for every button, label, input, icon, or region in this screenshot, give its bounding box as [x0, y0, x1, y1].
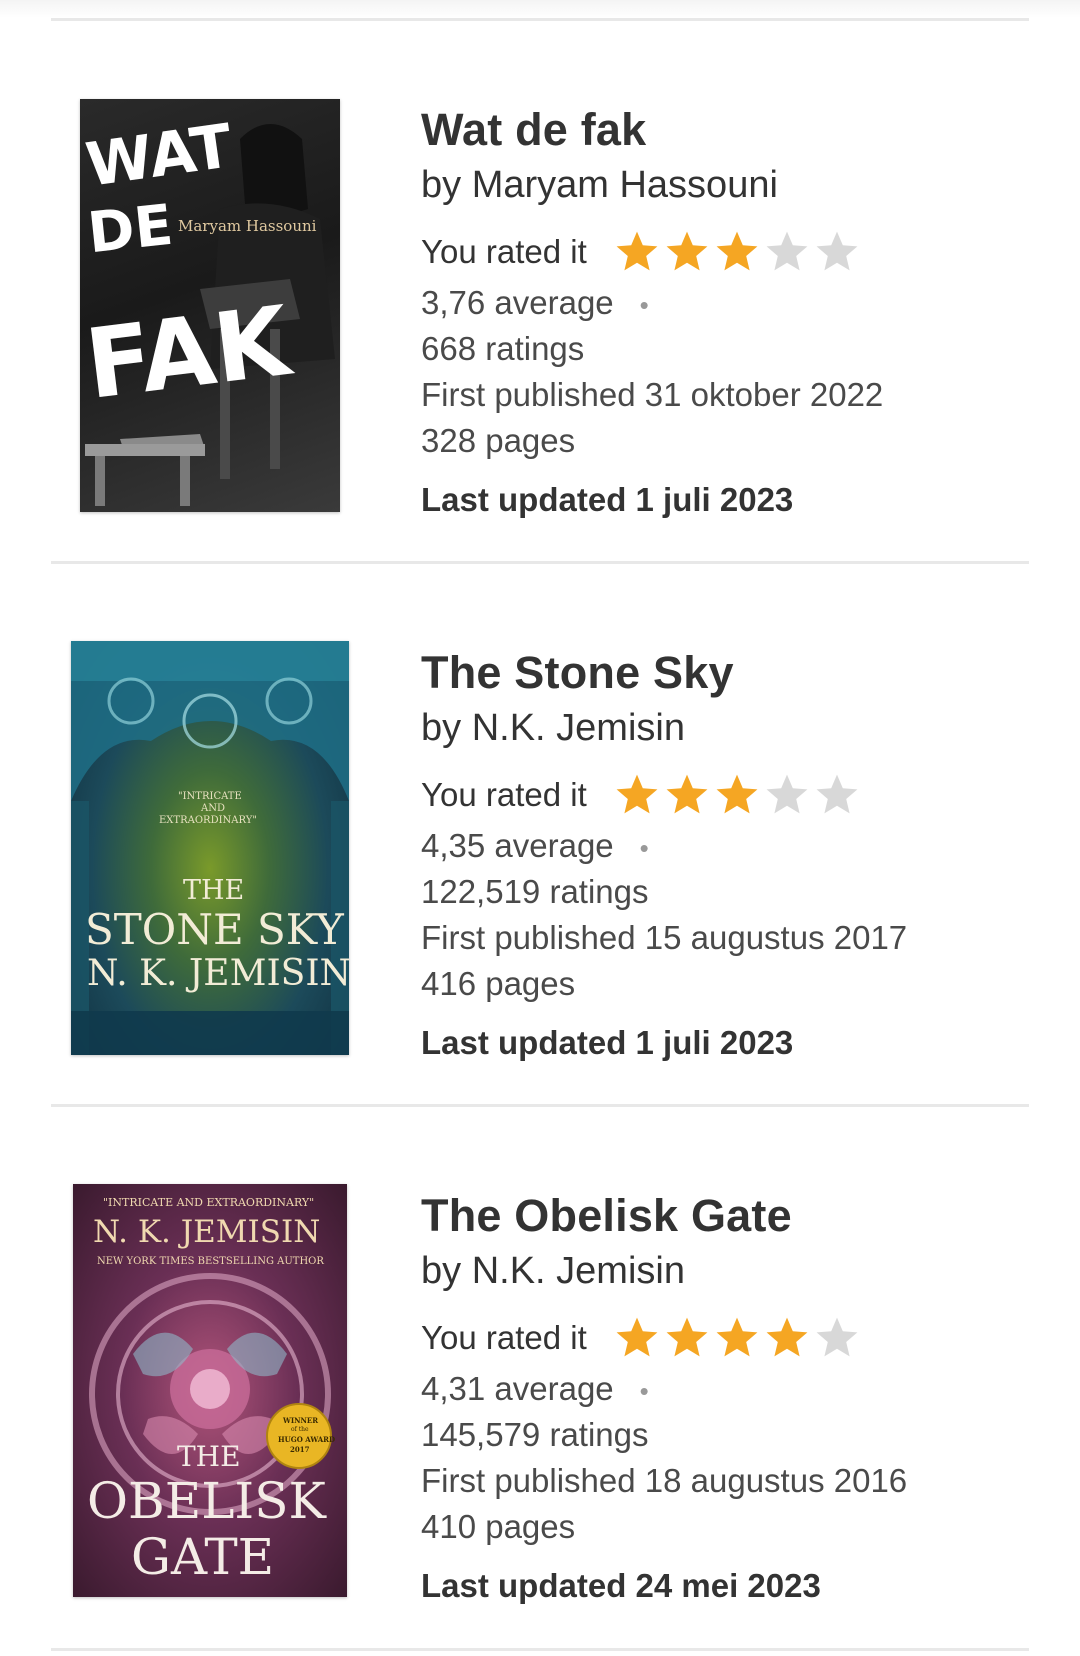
average-rating: 4,35 average • [421, 827, 649, 865]
star-filled-icon[interactable] [613, 1314, 661, 1362]
first-published: First published 18 augustus 2016 [421, 1462, 908, 1499]
last-updated: Last updated 1 juli 2023 [421, 1024, 794, 1061]
star-filled-icon[interactable] [613, 771, 661, 819]
star-empty-icon[interactable] [763, 771, 811, 819]
divider [51, 1104, 1029, 1107]
star-filled-icon[interactable] [713, 771, 761, 819]
book-cover[interactable]: "INTRICATE AND EXTRAORDINARY" N. K. JEMI… [73, 1184, 347, 1597]
cover-author: N. K. JEMISIN [87, 953, 349, 994]
last-updated: Last updated 24 mei 2023 [421, 1567, 821, 1604]
cover-quote: "INTRICATE [178, 791, 242, 802]
cover-quote: AND [201, 803, 225, 814]
average-text: 4,31 average [421, 1370, 614, 1407]
book-item-the-obelisk-gate[interactable]: "INTRICATE AND EXTRAORDINARY" N. K. JEMI… [0, 0, 1080, 1604]
cover-tagline: NEW YORK TIMES BESTSELLING AUTHOR [97, 1256, 324, 1267]
separator-dot: • [639, 1375, 649, 1406]
cover-title-line: OBELISK [87, 1472, 326, 1530]
cover-title-line: THE [183, 875, 245, 906]
rated-label: You rated it [421, 1319, 587, 1356]
divider [51, 1648, 1029, 1651]
page-count: 410 pages [421, 1508, 576, 1545]
ratings-count: 122,519 ratings [421, 873, 649, 910]
ratings-count: 145,579 ratings [421, 1416, 649, 1453]
star-filled-icon[interactable] [663, 1314, 711, 1362]
cover-quote: EXTRAORDINARY" [159, 815, 257, 826]
user-rating: You rated it [421, 1314, 863, 1362]
separator-dot: • [639, 832, 649, 863]
rating-stars[interactable] [613, 771, 863, 819]
divider [51, 561, 1029, 564]
rating-stars[interactable] [613, 1314, 863, 1362]
award-badge-line: 2017 [290, 1445, 310, 1454]
star-filled-icon[interactable] [763, 1314, 811, 1362]
book-title[interactable]: The Obelisk Gate [421, 1190, 792, 1242]
star-filled-icon[interactable] [713, 1314, 761, 1362]
book-title[interactable]: The Stone Sky [421, 647, 734, 699]
book-author[interactable]: by N.K. Jemisin [421, 1250, 685, 1293]
book-author[interactable]: by N.K. Jemisin [421, 707, 685, 750]
first-published: First published 15 augustus 2017 [421, 919, 908, 956]
award-badge-line: WINNER [283, 1416, 319, 1425]
star-filled-icon[interactable] [663, 771, 711, 819]
cover-author: N. K. JEMISIN [93, 1214, 321, 1250]
award-badge-line: HUGO AWARD [278, 1435, 336, 1444]
cover-title-line: GATE [131, 1528, 275, 1586]
rated-label: You rated it [421, 776, 587, 813]
cover-title-line: STONE SKY [85, 905, 344, 954]
cover-title-line: THE [177, 1440, 241, 1473]
average-rating: 4,31 average • [421, 1370, 649, 1408]
average-text: 4,35 average [421, 827, 614, 864]
book-cover[interactable]: "INTRICATE AND EXTRAORDINARY" THE STONE … [71, 641, 349, 1055]
cover-quote: "INTRICATE AND EXTRAORDINARY" [103, 1196, 315, 1209]
user-rating: You rated it [421, 771, 863, 819]
star-empty-icon[interactable] [813, 1314, 861, 1362]
star-empty-icon[interactable] [813, 771, 861, 819]
page-count: 416 pages [421, 965, 576, 1002]
award-badge-line: of the [291, 1426, 309, 1433]
